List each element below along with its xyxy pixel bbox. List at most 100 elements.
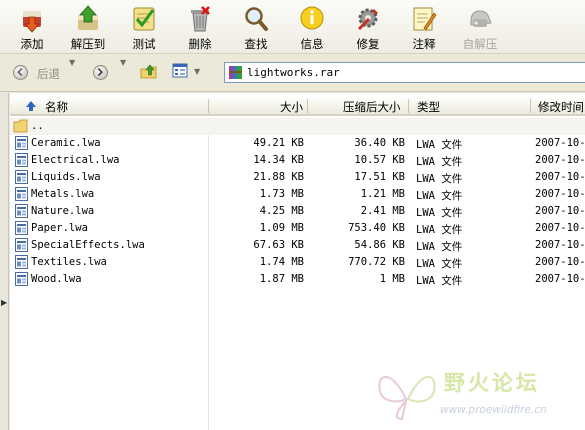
file-size: 1.73 MB (259, 188, 304, 200)
sidebar-splitter[interactable]: ▶ (0, 93, 9, 430)
file-row[interactable]: Paper.lwa 1.09 MB 753.40 KB LWA 文件 2007-10- (10, 220, 585, 237)
file-type: LWA 文件 (416, 190, 463, 202)
file-list[interactable]: 名称 大小 压缩后大小 类型 修改时间 .. Ceramic.lwa 49.21 … (10, 93, 585, 430)
column-header-packed-size[interactable]: 压缩后大小 (343, 99, 401, 115)
file-modified: 2007-10- (535, 137, 585, 149)
file-packed-size: 753.40 KB (348, 222, 405, 234)
sfx-button[interactable]: 自解压 (457, 3, 503, 51)
column-divider[interactable] (208, 99, 209, 113)
file-type: LWA 文件 (416, 275, 463, 287)
back-button[interactable]: 后退 (10, 63, 68, 83)
toolbar: 添加 解压到 测试 删除 查找 信息 修复 注释 自解压 (0, 0, 585, 54)
lwa-file-icon (15, 272, 28, 286)
rar-archive-icon (229, 66, 242, 79)
file-modified: 2007-10- (535, 205, 585, 217)
file-packed-size: 1 MB (379, 273, 405, 285)
file-size: 1.74 MB (259, 256, 304, 268)
back-label: 后退 (37, 67, 60, 81)
back-dropdown-icon[interactable]: ▼ (69, 58, 75, 67)
column-header-name[interactable]: 名称 (45, 99, 68, 115)
file-row[interactable]: Nature.lwa 4.25 MB 2.41 MB LWA 文件 2007-10- (10, 203, 585, 220)
test-button[interactable]: 测试 (121, 3, 167, 51)
file-size: 4.25 MB (259, 205, 304, 217)
expand-sidebar-icon[interactable]: ▶ (1, 298, 7, 307)
address-text: lightworks.rar (247, 66, 340, 79)
delete-button[interactable]: 删除 (177, 3, 223, 51)
file-packed-size: 36.40 KB (354, 137, 405, 149)
file-modified: 2007-10- (535, 239, 585, 251)
extract-to-label: 解压到 (70, 37, 106, 51)
file-size: 49.21 KB (253, 137, 304, 149)
file-type: LWA 文件 (416, 258, 463, 270)
file-name: Textiles.lwa (31, 256, 107, 268)
forward-button[interactable] (90, 63, 112, 83)
file-row[interactable]: Electrical.lwa 14.34 KB 10.57 KB LWA 文件 2007… (10, 152, 585, 169)
info-button[interactable]: 信息 (289, 3, 335, 51)
comment-label: 注释 (412, 37, 436, 51)
address-field[interactable]: lightworks.rar (224, 62, 585, 83)
info-label: 信息 (300, 37, 324, 51)
file-row[interactable]: Wood.lwa 1.87 MB 1 MB LWA 文件 2007-10- (10, 271, 585, 288)
file-size: 14.34 KB (253, 154, 304, 166)
file-name: Paper.lwa (31, 222, 88, 234)
forum-watermark: 野火论坛 www.proewildfire.cn (372, 363, 585, 430)
column-header-type[interactable]: 类型 (417, 99, 440, 115)
file-size: 1.09 MB (259, 222, 304, 234)
forward-dropdown-icon[interactable]: ▼ (120, 58, 126, 67)
sfx-label: 自解压 (462, 37, 498, 51)
up-folder-button[interactable] (140, 63, 158, 83)
column-divider[interactable] (307, 99, 308, 113)
column-header-size[interactable]: 大小 (280, 99, 303, 115)
butterfly-logo (378, 376, 436, 421)
file-name: Wood.lwa (31, 273, 82, 285)
up-folder-icon (140, 64, 157, 79)
file-row[interactable]: Liquids.lwa 21.88 KB 17.51 KB LWA 文件 2007-10… (10, 169, 585, 186)
file-packed-size: 54.86 KB (354, 239, 405, 251)
repair-icon (357, 8, 378, 31)
view-mode-button[interactable]: ▼ (172, 63, 202, 83)
find-button[interactable]: 查找 (233, 3, 279, 51)
file-name: SpecialEffects.lwa (31, 239, 145, 251)
file-row[interactable]: Ceramic.lwa 49.21 KB 36.40 KB LWA 文件 2007-10… (10, 135, 585, 152)
file-row[interactable]: Textiles.lwa 1.74 MB 770.72 KB LWA 文件 2007-1… (10, 254, 585, 271)
file-type: LWA 文件 (416, 173, 463, 185)
find-label: 查找 (244, 37, 268, 51)
file-type: LWA 文件 (416, 156, 463, 168)
file-size: 1.87 MB (259, 273, 304, 285)
comment-icon (413, 7, 437, 31)
lwa-file-icon (15, 238, 28, 252)
add-button[interactable]: 添加 (9, 3, 55, 51)
file-size: 67.63 KB (253, 239, 304, 251)
column-divider[interactable] (408, 99, 409, 113)
back-arrow-icon (13, 65, 28, 80)
file-row[interactable]: Metals.lwa 1.73 MB 1.21 MB LWA 文件 2007-10- (10, 186, 585, 203)
parent-folder-label: .. (31, 120, 44, 132)
file-type: LWA 文件 (416, 207, 463, 219)
file-row[interactable]: SpecialEffects.lwa 67.63 KB 54.86 KB LWA 文件… (10, 237, 585, 254)
view-mode-dropdown-icon: ▼ (194, 67, 201, 76)
watermark-title: 野火论坛 (444, 371, 540, 395)
column-divider[interactable] (530, 99, 531, 113)
file-packed-size: 770.72 KB (348, 256, 405, 268)
find-icon (245, 7, 268, 31)
file-type: LWA 文件 (416, 139, 463, 151)
file-name: Electrical.lwa (31, 154, 120, 166)
repair-button[interactable]: 修复 (345, 3, 391, 51)
comment-button[interactable]: 注释 (401, 3, 447, 51)
file-packed-size: 2.41 MB (360, 205, 405, 217)
extract-to-button[interactable]: 解压到 (65, 3, 111, 51)
file-packed-size: 10.57 KB (354, 154, 405, 166)
file-name: Nature.lwa (31, 205, 95, 217)
lwa-file-icon (15, 153, 28, 167)
lwa-file-icon (15, 221, 28, 235)
add-icon (23, 11, 41, 33)
lwa-file-icon (15, 255, 28, 269)
column-header-modified[interactable]: 修改时间 (538, 99, 584, 115)
parent-folder-row[interactable]: .. (10, 118, 585, 135)
list-header: 名称 大小 压缩后大小 类型 修改时间 (10, 97, 585, 116)
forward-arrow-icon (93, 65, 108, 80)
file-modified: 2007-10- (535, 273, 585, 285)
delete-icon (191, 6, 210, 32)
file-modified: 2007-10- (535, 188, 585, 200)
file-name: Ceramic.lwa (31, 137, 101, 149)
